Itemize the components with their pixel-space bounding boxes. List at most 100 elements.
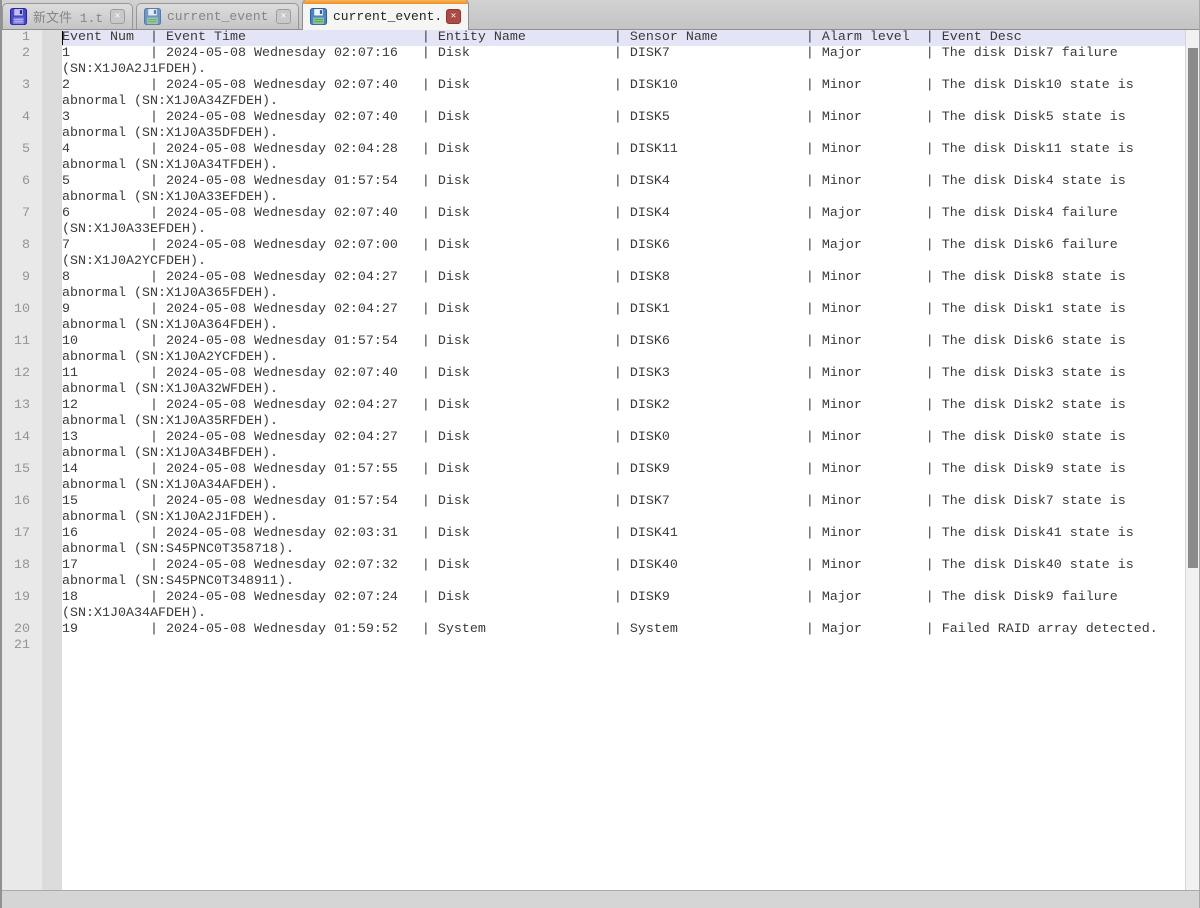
- bookmark-margin-cell: [42, 558, 62, 574]
- line-number: [2, 606, 42, 622]
- bookmark-margin-cell: [42, 526, 62, 542]
- line-text: 11 | 2024-05-08 Wednesday 02:07:40 | Dis…: [62, 366, 1185, 382]
- line-number: 3: [2, 78, 42, 94]
- bookmark-margin-cell: [42, 494, 62, 510]
- line-text: abnormal (SN:X1J0A2J1FDEH).: [62, 510, 1185, 526]
- editor-line[interactable]: 1110 | 2024-05-08 Wednesday 01:57:54 | D…: [2, 334, 1185, 350]
- line-number: 9: [2, 270, 42, 286]
- bookmark-margin-cell: [42, 62, 62, 78]
- editor-line[interactable]: 10 9 | 2024-05-08 Wednesday 02:04:27 | Di…: [2, 302, 1185, 318]
- editor-line[interactable]: (SN:X1J0A2YCFDEH).: [2, 254, 1185, 270]
- editor-line[interactable]: 17 16 | 2024-05-08 Wednesday 02:03:31 | D…: [2, 526, 1185, 542]
- bookmark-margin-cell: [42, 94, 62, 110]
- bookmark-margin-cell: [42, 334, 62, 350]
- editor-line[interactable]: 21 | 2024-05-08 Wednesday 02:07:16 | Dis…: [2, 46, 1185, 62]
- bookmark-margin-cell: [42, 398, 62, 414]
- editor-line[interactable]: 1211 | 2024-05-08 Wednesday 02:07:40 | D…: [2, 366, 1185, 382]
- line-number: 10: [2, 302, 42, 318]
- editor-line[interactable]: abnormal (SN:X1J0A2J1FDEH).: [2, 510, 1185, 526]
- line-text: 5 | 2024-05-08 Wednesday 01:57:54 | Disk…: [62, 174, 1185, 190]
- line-number: [2, 574, 42, 590]
- editor-line[interactable]: abnormal (SN:X1J0A34BFDEH).: [2, 446, 1185, 462]
- editor-line[interactable]: 1918 | 2024-05-08 Wednesday 02:07:24 | D…: [2, 590, 1185, 606]
- close-icon[interactable]: ✕: [110, 9, 125, 24]
- editor-line[interactable]: 1413 | 2024-05-08 Wednesday 02:04:27 | D…: [2, 430, 1185, 446]
- line-text: abnormal (SN:X1J0A34TFDEH).: [62, 158, 1185, 174]
- editor-line[interactable]: abnormal (SN:S45PNC0T358718).: [2, 542, 1185, 558]
- editor-line[interactable]: 43 | 2024-05-08 Wednesday 02:07:40 | Dis…: [2, 110, 1185, 126]
- tab-current-event-1[interactable]: current_event.txt ✕: [136, 3, 299, 29]
- line-text: 17 | 2024-05-08 Wednesday 02:07:32 | Dis…: [62, 558, 1185, 574]
- close-icon[interactable]: ✕: [276, 9, 291, 24]
- scrollbar-thumb[interactable]: [1188, 48, 1198, 568]
- bookmark-margin-cell: [42, 286, 62, 302]
- line-text: 1 | 2024-05-08 Wednesday 02:07:16 | Disk…: [62, 46, 1185, 62]
- bookmark-margin-cell: [42, 30, 62, 46]
- line-text: (SN:X1J0A2J1FDEH).: [62, 62, 1185, 78]
- floppy-disk-icon: [310, 8, 327, 25]
- bookmark-margin-cell: [42, 430, 62, 446]
- close-icon[interactable]: ✕: [446, 9, 461, 24]
- line-number: 7: [2, 206, 42, 222]
- editor-line[interactable]: 98 | 2024-05-08 Wednesday 02:04:27 | Dis…: [2, 270, 1185, 286]
- editor-line[interactable]: abnormal (SN:X1J0A365FDEH).: [2, 286, 1185, 302]
- tab-new-file[interactable]: 新文件 1.txt ✕: [2, 3, 133, 29]
- bookmark-margin-cell: [42, 222, 62, 238]
- editor-line[interactable]: (SN:X1J0A34AFDEH).: [2, 606, 1185, 622]
- line-number: [2, 190, 42, 206]
- editor-line[interactable]: 32 | 2024-05-08 Wednesday 02:07:40 | Dis…: [2, 78, 1185, 94]
- line-number: 17: [2, 526, 42, 542]
- line-text: abnormal (SN:X1J0A35RFDEH).: [62, 414, 1185, 430]
- line-text: (SN:X1J0A34AFDEH).: [62, 606, 1185, 622]
- bookmark-margin-cell: [42, 478, 62, 494]
- editor-line[interactable]: 1817 | 2024-05-08 Wednesday 02:07:32 | D…: [2, 558, 1185, 574]
- line-text: 16 | 2024-05-08 Wednesday 02:03:31 | Dis…: [62, 526, 1185, 542]
- bookmark-margin-cell: [42, 414, 62, 430]
- editor-line[interactable]: 2019 | 2024-05-08 Wednesday 01:59:52 | S…: [2, 622, 1185, 638]
- line-text: 3 | 2024-05-08 Wednesday 02:07:40 | Disk…: [62, 110, 1185, 126]
- line-number: 19: [2, 590, 42, 606]
- bookmark-margin-cell: [42, 238, 62, 254]
- editor-line[interactable]: 1312 | 2024-05-08 Wednesday 02:04:27 | D…: [2, 398, 1185, 414]
- editor-line[interactable]: abnormal (SN:X1J0A33EFDEH).: [2, 190, 1185, 206]
- editor-line[interactable]: 87 | 2024-05-08 Wednesday 02:07:00 | Dis…: [2, 238, 1185, 254]
- editor-line[interactable]: abnormal (SN:X1J0A35DFDEH).: [2, 126, 1185, 142]
- tab-current-event-active[interactable]: current_event.txt ✕: [302, 0, 469, 30]
- editor-line[interactable]: 1615 | 2024-05-08 Wednesday 01:57:54 | D…: [2, 494, 1185, 510]
- line-number: 21: [2, 638, 42, 654]
- editor-line[interactable]: abnormal (SN:X1J0A34AFDEH).: [2, 478, 1185, 494]
- editor-line[interactable]: abnormal (SN:X1J0A32WFDEH).: [2, 382, 1185, 398]
- line-number: [2, 510, 42, 526]
- editor-line[interactable]: abnormal (SN:X1J0A2YCFDEH).: [2, 350, 1185, 366]
- line-number: 8: [2, 238, 42, 254]
- editor-line[interactable]: 1Event Num | Event Time | Entity Name | …: [2, 30, 1185, 46]
- editor-window: 新文件 1.txt ✕ current_event.txt ✕: [0, 0, 1200, 908]
- line-text: abnormal (SN:X1J0A364FDEH).: [62, 318, 1185, 334]
- line-number: [2, 158, 42, 174]
- vertical-scrollbar[interactable]: [1185, 30, 1199, 890]
- editor-line[interactable]: 54 | 2024-05-08 Wednesday 02:04:28 | Dis…: [2, 142, 1185, 158]
- line-number: [2, 94, 42, 110]
- editor-line[interactable]: (SN:X1J0A2J1FDEH).: [2, 62, 1185, 78]
- line-text: 4 | 2024-05-08 Wednesday 02:04:28 | Disk…: [62, 142, 1185, 158]
- bookmark-margin-cell: [42, 158, 62, 174]
- editor-line[interactable]: abnormal (SN:X1J0A34ZFDEH).: [2, 94, 1185, 110]
- editor-line[interactable]: (SN:X1J0A33EFDEH).: [2, 222, 1185, 238]
- line-number: [2, 62, 42, 78]
- line-text: 9 | 2024-05-08 Wednesday 02:04:27 | Disk…: [62, 302, 1185, 318]
- editor[interactable]: 1Event Num | Event Time | Entity Name | …: [2, 30, 1199, 890]
- editor-line[interactable]: abnormal (SN:S45PNC0T348911).: [2, 574, 1185, 590]
- line-number: [2, 478, 42, 494]
- text-caret: [62, 31, 63, 45]
- editor-line[interactable]: 1514 | 2024-05-08 Wednesday 01:57:55 | D…: [2, 462, 1185, 478]
- editor-line[interactable]: abnormal (SN:X1J0A35RFDEH).: [2, 414, 1185, 430]
- tab-label: current_event.txt: [333, 9, 440, 24]
- editor-line[interactable]: abnormal (SN:X1J0A34TFDEH).: [2, 158, 1185, 174]
- editor-line[interactable]: 65 | 2024-05-08 Wednesday 01:57:54 | Dis…: [2, 174, 1185, 190]
- line-text: abnormal (SN:X1J0A34AFDEH).: [62, 478, 1185, 494]
- editor-line[interactable]: 76 | 2024-05-08 Wednesday 02:07:40 | Dis…: [2, 206, 1185, 222]
- editor-line[interactable]: abnormal (SN:X1J0A364FDEH).: [2, 318, 1185, 334]
- line-text: Event Num | Event Time | Entity Name | S…: [62, 30, 1185, 46]
- editor-line[interactable]: 21: [2, 638, 1185, 654]
- tab-bar: 新文件 1.txt ✕ current_event.txt ✕: [2, 0, 1199, 30]
